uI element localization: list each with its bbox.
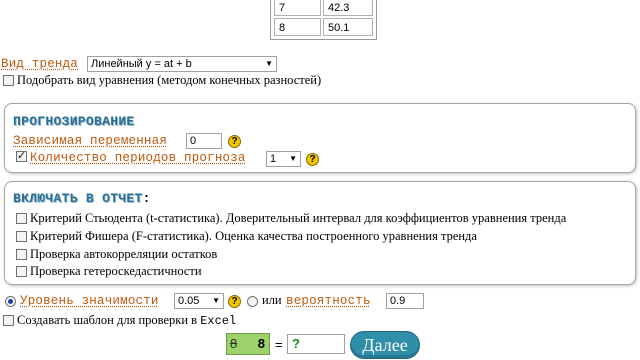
dependent-variable-label: Зависимая переменная [13, 134, 168, 148]
table-cell-value[interactable]: 42.3 [323, 0, 373, 16]
chevron-down-icon: ▼ [289, 154, 297, 163]
or-text: или [262, 293, 282, 307]
excel-template-checkbox[interactable] [3, 315, 14, 326]
fisher-test-label: Критерий Фишера (F-статистика). Оценка к… [30, 229, 477, 243]
help-icon[interactable]: ? [228, 295, 241, 308]
chevron-down-icon: ▼ [265, 59, 273, 68]
autocorrelation-checkbox[interactable] [16, 249, 27, 260]
excel-template-label: Создавать шаблон для проверки в Excel [17, 313, 236, 328]
table-cell-index[interactable]: 7 [274, 0, 321, 16]
report-title: ВКЛЮЧАТЬ В ОТЧЕТ: [13, 191, 151, 206]
heteroscedasticity-checkbox[interactable] [16, 266, 27, 277]
probability-label: вероятность [286, 294, 371, 308]
fit-equation-checkbox[interactable] [3, 75, 14, 86]
help-icon[interactable]: ? [228, 135, 241, 148]
report-title-text: ВКЛЮЧАТЬ В ОТЧЕТ [13, 191, 143, 206]
fit-equation-label: Подобрать вид уравнения (методом конечны… [17, 73, 322, 87]
captcha-number-1: 8 [230, 336, 238, 351]
excel-template-label-text: Создавать шаблон для проверки в [17, 313, 201, 327]
significance-level-select[interactable]: 0.05 ▼ [174, 293, 224, 309]
captcha-image: 8 8 [226, 333, 270, 355]
help-icon[interactable]: ? [306, 153, 319, 166]
captcha-number-2: 8 [257, 336, 265, 351]
next-button[interactable]: Далее [350, 331, 420, 359]
table-cell-value[interactable]: 50.1 [323, 18, 373, 36]
trend-select-value: Линейный y = at + b [91, 58, 192, 70]
captcha-answer-input[interactable]: ? [287, 334, 345, 354]
probability-input[interactable]: 0.9 [386, 293, 424, 309]
forecast-periods-checkbox[interactable] [16, 149, 27, 162]
captcha-equals: = [275, 337, 283, 352]
table-row: 7 42.3 [273, 0, 374, 17]
trend-select[interactable]: Линейный y = at + b ▼ [87, 56, 277, 72]
forecast-periods-select[interactable]: 1 ▼ [266, 151, 301, 167]
significance-level-label: Уровень значимости [20, 294, 159, 308]
table-cell-index[interactable]: 8 [274, 18, 321, 36]
dependent-variable-input[interactable]: 0 [186, 133, 222, 149]
table-row: 8 50.1 [273, 17, 374, 37]
student-test-label: Критерий Стьюдента (t-статистика). Довер… [30, 211, 567, 225]
data-table: 7 42.3 8 50.1 [270, 0, 377, 40]
forecast-periods-value: 1 [270, 153, 277, 165]
chevron-down-icon: ▼ [212, 296, 220, 305]
forecast-periods-label: Количество периодов прогноза [30, 151, 246, 165]
heteroscedasticity-label: Проверка гетероскедастичности [30, 264, 202, 278]
excel-template-label-excel: Excel [200, 314, 237, 328]
autocorrelation-label: Проверка автокорреляции остатков [30, 247, 218, 261]
probability-radio[interactable] [247, 296, 258, 307]
trend-label: Вид тренда [1, 57, 79, 71]
student-test-checkbox[interactable] [16, 213, 27, 224]
significance-level-value: 0.05 [178, 295, 200, 307]
report-title-suffix: : [142, 191, 151, 206]
significance-level-radio[interactable] [5, 296, 16, 307]
forecast-title: ПРОГНОЗИРОВАНИЕ [13, 114, 135, 129]
fisher-test-checkbox[interactable] [16, 231, 27, 242]
